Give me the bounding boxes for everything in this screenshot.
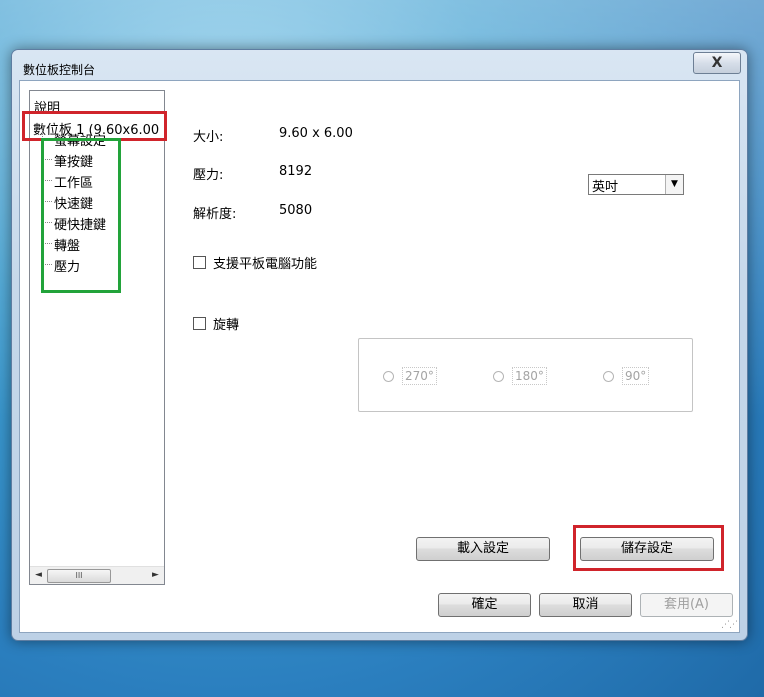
scroll-left-icon[interactable]: ◄ <box>31 568 46 583</box>
tablet-pc-checkbox[interactable] <box>193 256 206 269</box>
tablet-highlight-box <box>22 111 167 141</box>
unit-select[interactable]: 英吋 ▼ <box>588 174 684 195</box>
rotate-checkbox[interactable] <box>193 317 206 330</box>
pressure-label: 壓力: <box>193 168 224 183</box>
size-value: 9.60 x 6.00 <box>279 126 353 141</box>
rotate-90-option[interactable]: 90° <box>603 367 650 385</box>
size-label: 大小: <box>193 130 224 145</box>
radio-icon[interactable] <box>603 371 614 382</box>
rotate-180-label: 180° <box>512 367 547 385</box>
close-button[interactable]: X <box>693 52 741 74</box>
radio-icon[interactable] <box>383 371 394 382</box>
subitems-highlight-box <box>41 138 121 293</box>
resize-grip-icon[interactable]: ⋰⋰ <box>721 620 738 630</box>
rotate-270-label: 270° <box>402 367 437 385</box>
resolution-label: 解析度: <box>193 207 237 222</box>
rotate-90-label: 90° <box>622 367 650 385</box>
apply-button[interactable]: 套用(A) <box>640 593 733 617</box>
scroll-right-icon[interactable]: ► <box>148 568 163 583</box>
unit-select-value: 英吋 <box>592 180 619 195</box>
tree-horizontal-scrollbar[interactable]: ◄ III ► <box>30 566 164 584</box>
scroll-thumb[interactable]: III <box>47 569 111 583</box>
rotate-270-option[interactable]: 270° <box>383 367 437 385</box>
cancel-button[interactable]: 取消 <box>539 593 632 617</box>
ok-button[interactable]: 確定 <box>438 593 531 617</box>
load-settings-button[interactable]: 載入設定 <box>416 537 550 561</box>
tablet-pc-label[interactable]: 支援平板電腦功能 <box>213 253 317 272</box>
pressure-value: 8192 <box>279 164 313 179</box>
chevron-down-icon[interactable]: ▼ <box>665 175 683 194</box>
resolution-value: 5080 <box>279 203 313 218</box>
save-highlight-box <box>573 525 724 571</box>
title-bar[interactable]: 數位板控制台 X <box>12 50 747 84</box>
dialog-client-area: 說明 數位板 1 (9.60x6.00 螢幕設定 筆按鍵 工作區 快速鍵 硬快捷… <box>19 80 740 633</box>
rotate-180-option[interactable]: 180° <box>493 367 547 385</box>
window-title: 數位板控制台 <box>23 63 96 77</box>
rotation-options-group: 270° 180° 90° <box>358 338 693 412</box>
radio-icon[interactable] <box>493 371 504 382</box>
rotate-label[interactable]: 旋轉 <box>213 314 239 333</box>
tablet-control-panel-window: 數位板控制台 X 說明 數位板 1 (9.60x6.00 螢幕設定 筆按鍵 工作… <box>11 49 748 641</box>
